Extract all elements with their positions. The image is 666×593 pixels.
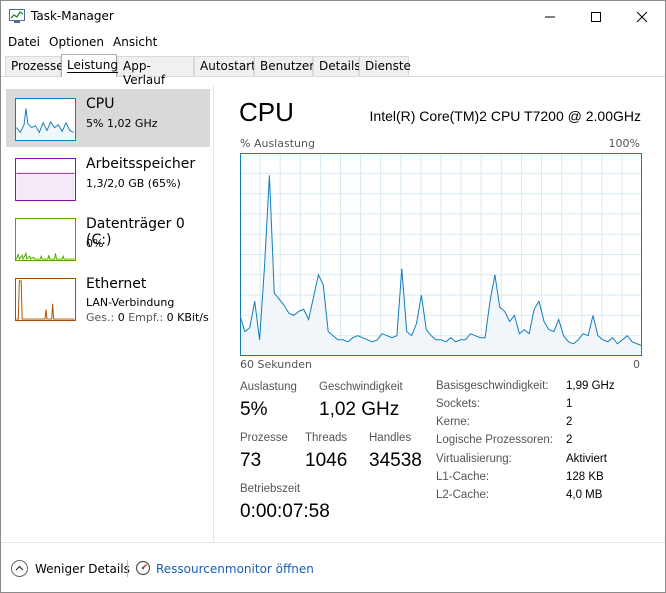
- tab-label: Details: [319, 59, 361, 73]
- cpu-model-name: Intel(R) Core(TM)2 CPU T7200 @ 2.00GHz: [369, 108, 641, 124]
- tab-label: App-Verlauf: [123, 59, 166, 87]
- chevron-up-icon: [15, 565, 24, 571]
- send-label: Ges.:: [86, 311, 115, 324]
- footer-separator: [127, 560, 128, 577]
- sidebar-item-name: Datenträger 0 (C:): [86, 216, 185, 248]
- cpu-mini-graph: [15, 98, 76, 141]
- menu-datei[interactable]: Datei: [8, 35, 40, 49]
- resource-monitor-link[interactable]: Ressourcenmonitor öffnen: [156, 562, 314, 576]
- tab-label: Leistung: [67, 58, 118, 73]
- sidebar-item-name: Arbeitsspeicher: [86, 156, 196, 172]
- sidebar-item-detail: 1,3/2,0 GB (65%): [86, 177, 181, 190]
- prozesse-label: Prozesse: [240, 432, 288, 444]
- prozesse-value: 73: [240, 450, 262, 471]
- tab-details[interactable]: Details: [313, 56, 361, 76]
- sidebar-item-detail: LAN-Verbindung: [86, 296, 175, 309]
- info-label-virtualisierung: Virtualisierung:: [436, 453, 512, 465]
- menu-optionen[interactable]: Optionen: [49, 35, 104, 49]
- tab-autostart[interactable]: Autostart: [194, 56, 256, 76]
- receive-value: 0 KBit/s: [166, 311, 209, 324]
- sidebar-item-cpu[interactable]: CPU 5% 1,02 GHz: [6, 89, 210, 147]
- memory-mini-graph: [15, 158, 76, 201]
- close-icon: [636, 11, 648, 23]
- info-label-kerne: Kerne:: [436, 416, 470, 428]
- info-label-logische-prozessoren: Logische Prozessoren:: [436, 434, 553, 446]
- minimize-button[interactable]: [527, 1, 573, 32]
- task-manager-window: Task-Manager Datei Optionen Ansicht Proz…: [0, 0, 666, 593]
- graph-y-max-label: 100%: [608, 137, 640, 150]
- tab-app-verlauf[interactable]: App-Verlauf: [117, 56, 194, 87]
- tab-bar: Prozesse Leistung App-Verlauf Autostart …: [1, 54, 665, 87]
- disk-mini-graph: [15, 218, 76, 261]
- info-value-l1-cache: 128 KB: [566, 471, 604, 483]
- resource-monitor-icon[interactable]: [135, 560, 151, 576]
- graph-x-end-label: 0: [633, 358, 640, 371]
- task-manager-app-icon: [9, 9, 25, 23]
- graph-x-label: 60 Sekunden: [240, 358, 312, 371]
- info-value-sockets: 1: [566, 398, 573, 410]
- maximize-button[interactable]: [573, 1, 619, 32]
- sidebar-item-ethernet[interactable]: Ethernet LAN-Verbindung Ges.: 0 Empf.: 0…: [6, 269, 210, 327]
- page-title: CPU: [239, 97, 294, 127]
- tab-label: Dienste: [365, 59, 411, 73]
- tab-label: Benutzer: [260, 59, 315, 73]
- auslastung-label: Auslastung: [240, 381, 297, 393]
- info-label-sockets: Sockets:: [436, 398, 481, 410]
- sidebar-item-arbeitsspeicher[interactable]: Arbeitsspeicher 1,3/2,0 GB (65%): [6, 149, 210, 207]
- tab-label: Autostart: [200, 59, 256, 73]
- sidebar-item-detail: 0%: [86, 237, 104, 250]
- minimize-icon: [545, 16, 555, 18]
- tab-prozesse[interactable]: Prozesse: [5, 56, 64, 76]
- window-title: Task-Manager: [31, 9, 114, 23]
- sidebar-item-detail: 5% 1,02 GHz: [86, 117, 158, 130]
- info-value-virtualisierung: Aktiviert: [566, 453, 607, 465]
- close-button[interactable]: [619, 1, 665, 32]
- threads-label: Threads: [305, 432, 348, 444]
- title-bar[interactable]: Task-Manager: [1, 1, 665, 32]
- graph-y-label: % Auslastung: [240, 137, 315, 150]
- cpu-usage-graph: [240, 153, 642, 356]
- geschwindigkeit-label: Geschwindigkeit: [319, 381, 403, 393]
- info-label-basisgeschwindigkeit: Basisgeschwindigkeit:: [436, 380, 549, 392]
- receive-label: Empf.:: [128, 311, 164, 324]
- tab-dienste[interactable]: Dienste: [359, 56, 411, 76]
- footer-divider: [1, 542, 665, 543]
- sidebar-item-name: CPU: [86, 96, 115, 112]
- sidebar-item-datentraeger[interactable]: Datenträger 0 (C:) 0%: [6, 209, 210, 267]
- info-label-l2-cache: L2-Cache:: [436, 489, 490, 501]
- handles-value: 34538: [369, 450, 422, 471]
- sidebar-item-name: Ethernet: [86, 276, 147, 292]
- ethernet-mini-graph: [15, 278, 76, 321]
- betriebszeit-label: Betriebszeit: [240, 483, 301, 495]
- sidebar-divider: [213, 86, 214, 542]
- fewer-details-button[interactable]: Weniger Details: [35, 562, 130, 576]
- fewer-details-icon[interactable]: [11, 560, 28, 577]
- geschwindigkeit-value: 1,02 GHz: [319, 399, 400, 420]
- tab-benutzer[interactable]: Benutzer: [254, 56, 315, 76]
- tab-leistung[interactable]: Leistung: [61, 54, 118, 77]
- info-label-l1-cache: L1-Cache:: [436, 471, 490, 483]
- send-value: 0: [117, 311, 125, 324]
- tab-label: Prozesse: [11, 59, 64, 73]
- threads-value: 1046: [305, 450, 348, 471]
- info-value-basisgeschwindigkeit: 1,99 GHz: [566, 380, 615, 392]
- resource-sidebar: CPU 5% 1,02 GHz Arbeitsspeicher 1,3/2,0 …: [1, 86, 213, 542]
- sidebar-item-throughput: Ges.: 0 Empf.: 0 KBit/s: [86, 311, 209, 324]
- handles-label: Handles: [369, 432, 412, 444]
- menu-bar: Datei Optionen Ansicht: [1, 32, 665, 52]
- betriebszeit-value: 0:00:07:58: [240, 501, 330, 522]
- info-value-l2-cache: 4,0 MB: [566, 489, 603, 501]
- auslastung-value: 5%: [240, 399, 268, 420]
- maximize-icon: [591, 12, 601, 22]
- info-value-logische-prozessoren: 2: [566, 434, 573, 446]
- info-value-kerne: 2: [566, 416, 573, 428]
- menu-ansicht[interactable]: Ansicht: [113, 35, 157, 49]
